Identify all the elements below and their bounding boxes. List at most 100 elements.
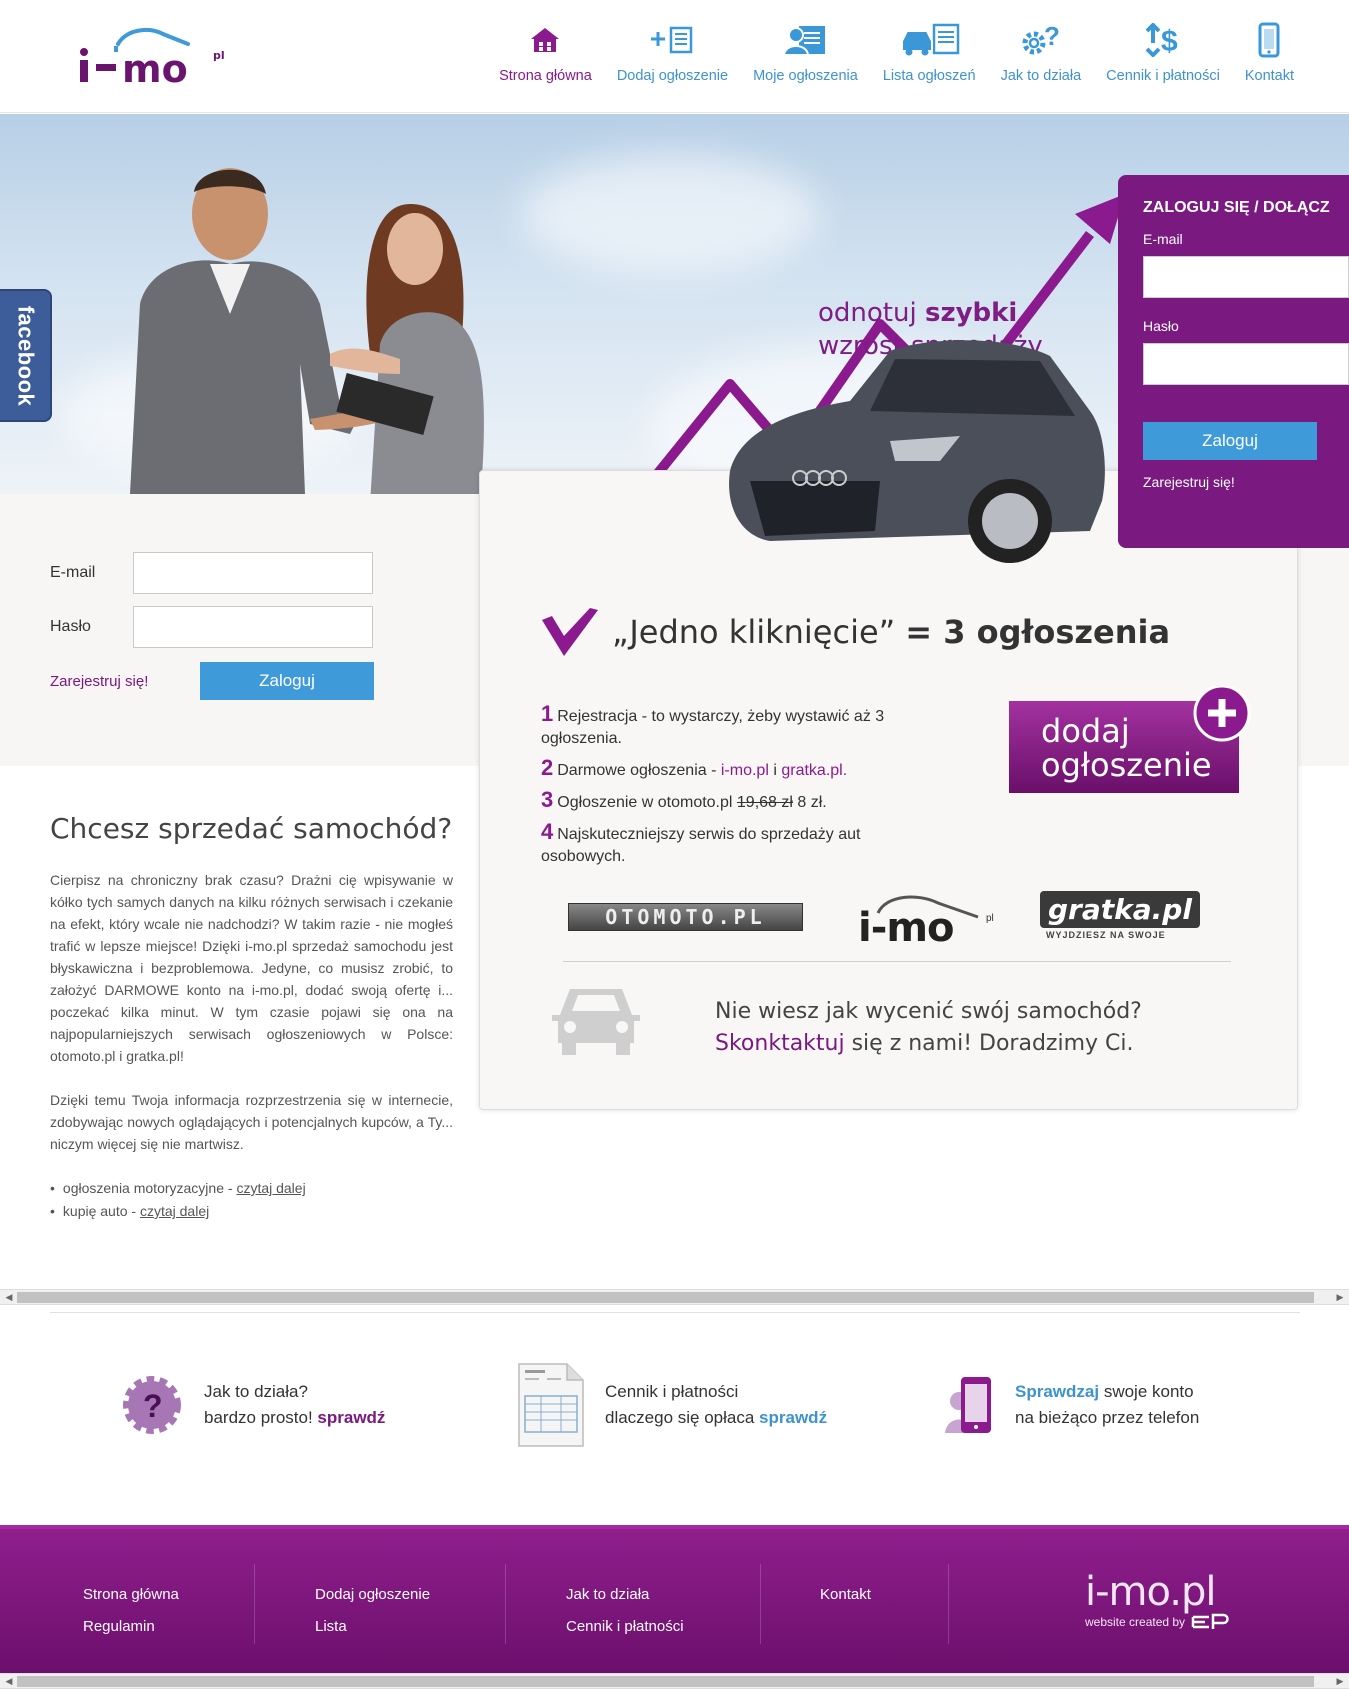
feature-how-it-works: ? Jak to działa? bardzo prosto! sprawdź [120,1373,385,1437]
left-register-link[interactable]: Zarejestruj się! [50,673,200,690]
help-gear-icon: ? [123,1376,181,1434]
check-link[interactable]: sprawdź [759,1408,827,1427]
card-divider [563,961,1231,962]
gratka-logo[interactable]: gratka.pl WYJDZIESZ NA SWOJE [1040,891,1200,951]
footer-link[interactable]: Strona główna [83,1579,179,1611]
tagline-text: odnotuj [818,298,925,328]
nav-my-listings[interactable]: Moje ogłoszenia [753,20,858,84]
partner-logos: OTOMOTO.PL i-mo pl gratka.pl WYJDZIESZ N… [568,891,1248,951]
nav-pricing[interactable]: $ Cennik i płatności [1106,20,1220,84]
list-item-text: kupię auto - [62,1203,140,1219]
contact-link[interactable]: Skonktaktuj [715,1031,845,1056]
otomoto-logo[interactable]: OTOMOTO.PL [568,903,803,931]
page: mo pl Strona główna Dodaj ogłoszenie Moj… [0,0,1349,1689]
nav-how-it-works-label: Jak to działa [1000,68,1082,84]
footer-link[interactable]: Regulamin [83,1611,179,1643]
scrollbar-thumb[interactable] [17,1676,1314,1687]
scroll-left-arrow-icon[interactable]: ◀ [2,1674,16,1688]
nav-listings-label: Lista ogłoszeń [882,68,976,84]
nav-how-it-works[interactable]: ? Jak to działa [1001,20,1082,84]
horizontal-scrollbar[interactable]: ◀ ▶ [0,1673,1349,1689]
old-price: 19,68 zł [736,794,793,811]
step-text: 8 zł. [792,794,827,811]
main-nav: Strona główna Dodaj ogłoszenie Moje ogło… [474,20,1294,84]
svg-text:?: ? [1044,23,1060,51]
invoice-icon [518,1363,584,1447]
footer-link[interactable]: Dodaj ogłoszenie [315,1579,430,1611]
home-icon [529,20,561,60]
footer-link[interactable]: Kontakt [820,1579,871,1611]
imo-logo-sup: pl [986,913,994,924]
help-gear-icon: ? [1020,20,1062,60]
read-more-link[interactable]: czytaj dalej [236,1180,305,1196]
panel-password-input[interactable] [1143,343,1349,385]
card-heading: „Jedno kliknięcie” = 3 ogłoszenia [540,606,1170,658]
svg-text:pl: pl [213,49,225,62]
imo-link[interactable]: i-mo.pl [721,762,769,779]
left-login-button[interactable]: Zaloguj [200,662,374,700]
agency-logo-icon [1191,1613,1229,1629]
step-item: 3 Ogłoszenie w otomoto.pl 19,68 zł 8 zł. [541,789,921,814]
list-item: ogłoszenia motoryzacyjne - czytaj dalej [50,1177,453,1200]
scroll-right-arrow-icon[interactable]: ▶ [1333,1674,1347,1688]
scrollbar-thumb[interactable] [17,1292,1314,1303]
nav-add-listing-label: Dodaj ogłoszenie [616,68,729,84]
horizontal-scrollbar[interactable]: ◀ ▶ [0,1289,1349,1305]
step-text: Najskuteczniejszy serwis do sprzedaży au… [541,826,861,865]
footer-logo[interactable]: i-mo.pl website created by [1085,1569,1233,1633]
nav-home[interactable]: Strona główna [499,20,592,84]
panel-email-input[interactable] [1143,256,1349,298]
scroll-left-arrow-icon[interactable]: ◀ [2,1290,16,1304]
left-password-input[interactable] [133,606,373,648]
valuation-text: się z nami! Doradzimy Ci. [844,1031,1134,1056]
footer-separator [254,1564,255,1644]
footer-column: Dodaj ogłoszenie Lista [315,1579,430,1643]
imo-logo[interactable]: i-mo pl [858,891,998,951]
steps-list: 1 Rejestracja - to wystarczy, żeby wystaw… [541,703,921,875]
login-panel-title: ZALOGUJ SIĘ / DOŁĄCZ [1143,199,1330,216]
seo-paragraph: Dzięki temu Twoja informacja rozprzestrz… [50,1092,453,1152]
nav-add-listing[interactable]: Dodaj ogłoszenie [617,20,728,84]
nav-pricing-label: Cennik i płatności [1106,68,1220,84]
site-logo[interactable]: mo pl [78,22,238,92]
card-heading-quote: „Jedno kliknięcie” [612,613,896,651]
panel-register-link[interactable]: Zarejestruj się! [1143,474,1349,490]
add-button-line1: dodaj [1041,712,1130,750]
step-number: 2 [541,755,554,780]
step-item: 4 Najskuteczniejszy serwis do sprzedaży a… [541,821,921,868]
header: mo pl Strona główna Dodaj ogłoszenie Moj… [0,0,1349,113]
add-listing-icon [649,20,695,60]
left-email-input[interactable] [133,552,373,594]
nav-my-listings-label: Moje ogłoszenia [753,68,858,84]
check-link[interactable]: Sprawdzaj [1015,1382,1099,1401]
add-listing-button[interactable]: dodaj ogłoszenie [1009,684,1251,801]
footer-link[interactable]: Cennik i płatności [566,1611,684,1643]
my-listings-icon [783,20,827,60]
nav-home-label: Strona główna [499,68,592,84]
footer-column: Strona główna Regulamin [83,1579,179,1643]
feature-text: bardzo prosto! [204,1408,318,1427]
footer-link[interactable]: Lista [315,1611,430,1643]
footer-link[interactable]: Jak to działa [566,1579,684,1611]
add-button-line2: ogłoszenie [1041,746,1212,784]
gratka-link[interactable]: gratka.pl. [781,762,847,779]
phone-icon [1258,20,1280,60]
nav-contact[interactable]: Kontakt [1245,20,1294,84]
svg-text:?: ? [143,1388,163,1424]
step-number: 3 [541,787,554,812]
left-login-form: E-mail Hasło Zarejestruj się! Zaloguj [50,552,374,700]
step-text: Ogłoszenie w otomoto.pl [557,794,737,811]
feature-title: Cennik i płatności [605,1382,739,1401]
login-panel: ZALOGUJ SIĘ / DOŁĄCZ E-mail Hasło Zalogu… [1118,175,1349,548]
imo-logo-text: i-mo [858,905,954,951]
scroll-right-arrow-icon[interactable]: ▶ [1333,1290,1347,1304]
facebook-tab[interactable]: facebook [0,289,52,422]
nav-listings[interactable]: Lista ogłoszeń [883,20,976,84]
step-text: Darmowe ogłoszenia - [557,762,721,779]
footer-column: Kontakt [820,1579,871,1611]
panel-login-button[interactable]: Zaloguj [1143,422,1317,460]
read-more-link[interactable]: czytaj dalej [140,1203,209,1219]
tagline-emphasis: szybki [924,298,1018,328]
step-number: 1 [541,701,554,726]
check-link[interactable]: sprawdź [317,1408,385,1427]
